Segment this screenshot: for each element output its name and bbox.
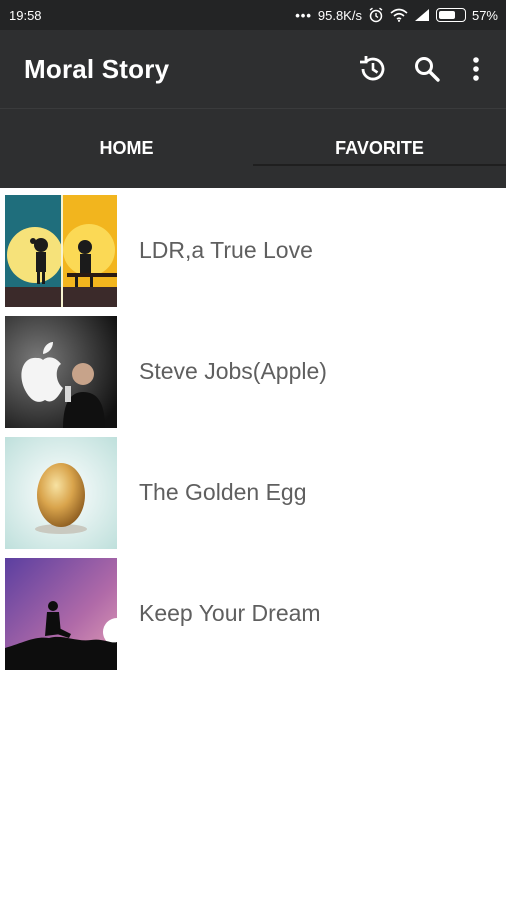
tab-favorite-label: FAVORITE: [335, 138, 424, 158]
status-bar: 19:58 ••• 95.8K/s 57%: [0, 0, 506, 30]
golden-egg-image: [5, 436, 117, 549]
story-title: LDR,a True Love: [139, 237, 313, 263]
tab-favorite[interactable]: FAVORITE: [253, 109, 506, 188]
signal-icon: [414, 9, 429, 21]
status-time: 19:58: [9, 7, 42, 23]
tab-indicator: [253, 164, 506, 166]
history-button[interactable]: [346, 42, 400, 96]
steve-jobs-apple-image: [5, 315, 117, 428]
couple-silhouette-image: [5, 194, 117, 307]
search-button[interactable]: [400, 42, 454, 96]
battery-percent: 57%: [471, 7, 498, 23]
app-title: Moral Story: [24, 53, 170, 84]
tab-home[interactable]: HOME: [0, 109, 253, 188]
network-speed: 95.8K/s: [317, 7, 362, 23]
overflow-menu-button[interactable]: [454, 42, 498, 96]
tab-bar: HOME FAVORITE: [0, 108, 506, 188]
wifi-icon: [390, 8, 408, 22]
battery-icon: [435, 8, 466, 22]
dreamer-silhouette-image: [5, 557, 117, 670]
list-item[interactable]: Steve Jobs(Apple): [0, 311, 506, 432]
more-vert-icon: [473, 57, 479, 81]
app-bar: Moral Story: [0, 30, 506, 108]
list-item[interactable]: Keep Your Dream: [0, 553, 506, 674]
app-bar-actions: [346, 42, 506, 96]
more-notifications-icon: •••: [295, 7, 312, 23]
story-list: LDR,a True Love Steve Jobs(Apple) The Go…: [0, 190, 506, 674]
search-icon: [415, 57, 440, 82]
story-title: Keep Your Dream: [139, 600, 321, 626]
alarm-icon: [369, 7, 383, 23]
history-icon: [360, 56, 385, 81]
list-item[interactable]: LDR,a True Love: [0, 190, 506, 311]
status-icons: ••• 95.8K/s 57%: [295, 7, 498, 23]
list-item[interactable]: The Golden Egg: [0, 432, 506, 553]
story-title: Steve Jobs(Apple): [139, 358, 327, 384]
tab-home-label: HOME: [99, 138, 154, 158]
story-title: The Golden Egg: [139, 479, 307, 505]
